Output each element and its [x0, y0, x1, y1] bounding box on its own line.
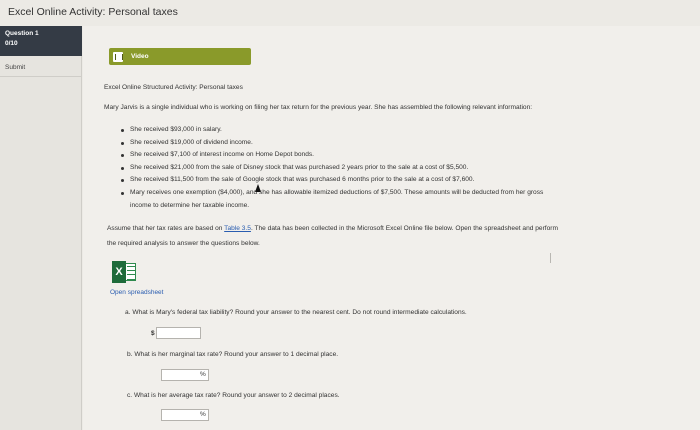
activity-title: Excel Online Structured Activity: Person… — [104, 84, 243, 91]
question-b: b. What is her marginal tax rate? Round … — [127, 351, 339, 358]
list-item: She received $7,100 of interest income o… — [121, 149, 543, 162]
video-button[interactable]: Video — [109, 48, 251, 65]
question-label: Question 1 — [5, 30, 39, 37]
list-item: She received $19,000 of dividend income. — [121, 137, 543, 150]
list-item: Mary receives one exemption ($4,000), an… — [121, 187, 543, 200]
excel-letter: X — [112, 261, 126, 283]
question-score: 0/10 — [5, 40, 18, 47]
intro-text: Mary Jarvis is a single individual who i… — [104, 104, 533, 111]
divider — [0, 76, 82, 77]
percent-sign: % — [200, 411, 206, 418]
mouse-pointer-icon — [255, 184, 261, 192]
list-item: She received $11,500 from the sale of Go… — [121, 174, 543, 187]
list-item: She received $21,000 from the sale of Di… — [121, 162, 543, 175]
text-cursor — [550, 253, 551, 263]
submit-button[interactable]: Submit — [5, 64, 25, 71]
page-title: Excel Online Activity: Personal taxes — [8, 6, 178, 18]
open-spreadsheet-link[interactable]: Open spreadsheet — [110, 289, 163, 296]
question-nav-item[interactable]: Question 1 0/10 — [0, 26, 82, 56]
main-content: Video Excel Online Structured Activity: … — [83, 26, 700, 430]
question-a: a. What is Mary's federal tax liability?… — [125, 309, 467, 316]
excel-icon[interactable]: X — [112, 260, 136, 284]
film-icon — [113, 51, 123, 62]
video-label: Video — [131, 53, 149, 60]
percent-sign: % — [200, 371, 206, 378]
assumption-part-1: Assume that her tax rates are based on — [107, 225, 225, 232]
assumption-part-2: . The data has been collected in the Mic… — [250, 225, 558, 232]
question-sidebar: Question 1 0/10 Submit — [0, 26, 82, 430]
question-c: c. What is her average tax rate? Round y… — [127, 392, 340, 399]
facts-list: She received $93,000 in salary. She rece… — [121, 124, 543, 212]
list-item-continuation: income to determine her taxable income. — [130, 201, 250, 209]
assumption-text-line-2: the required analysis to answer the ques… — [107, 240, 260, 247]
table-link[interactable]: Table 3.5 — [224, 225, 251, 232]
dollar-sign: $ — [151, 330, 155, 337]
answer-a-input[interactable] — [156, 327, 201, 339]
list-item: She received $93,000 in salary. — [121, 124, 543, 137]
assumption-text: Assume that her tax rates are based on T… — [107, 225, 558, 232]
